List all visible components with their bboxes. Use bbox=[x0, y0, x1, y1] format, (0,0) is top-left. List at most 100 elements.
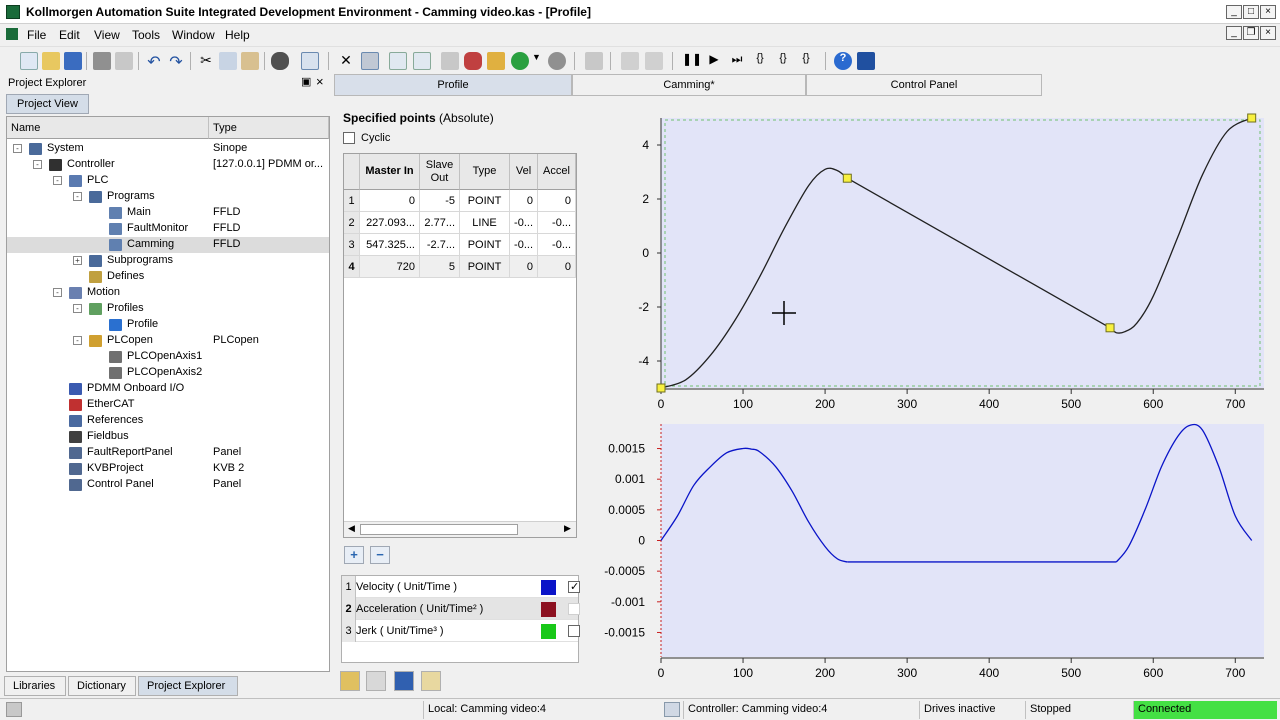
dock-icon[interactable]: ▣ bbox=[301, 75, 311, 88]
horizontal-scrollbar[interactable]: ◀ ▶ bbox=[344, 521, 576, 537]
control-point[interactable] bbox=[1105, 323, 1115, 333]
step-into-icon[interactable]: {} bbox=[751, 52, 769, 70]
scroll-thumb[interactable] bbox=[360, 524, 518, 535]
tree-item[interactable]: - Motion bbox=[7, 285, 329, 301]
master-in-cell[interactable]: 227.093... bbox=[360, 212, 420, 234]
open-profile-icon[interactable] bbox=[340, 671, 360, 691]
slave-out-cell[interactable]: -2.7... bbox=[420, 234, 460, 256]
help-icon[interactable]: ? bbox=[834, 52, 852, 70]
collapse-icon[interactable]: - bbox=[13, 144, 22, 153]
new-icon[interactable] bbox=[20, 52, 38, 70]
tree-item[interactable]: - Profiles bbox=[7, 301, 329, 317]
tree-item[interactable]: - System Sinope bbox=[7, 141, 329, 157]
tree-item[interactable]: FaultReportPanel Panel bbox=[7, 445, 329, 461]
print-preview-icon[interactable] bbox=[115, 52, 133, 70]
legend-color-swatch[interactable] bbox=[541, 624, 556, 639]
master-in-cell[interactable]: 547.325... bbox=[360, 234, 420, 256]
column-name[interactable]: Name bbox=[7, 117, 209, 139]
vel-cell[interactable]: -0... bbox=[510, 234, 538, 256]
menu-window[interactable]: Window bbox=[172, 28, 215, 42]
type-cell[interactable]: POINT bbox=[460, 234, 510, 256]
tree-item[interactable]: - Programs bbox=[7, 189, 329, 205]
vel-cell[interactable]: 0 bbox=[510, 256, 538, 278]
tree-item[interactable]: Main FFLD bbox=[7, 205, 329, 221]
scroll-right-icon[interactable]: ▶ bbox=[564, 523, 571, 534]
connect-icon[interactable] bbox=[441, 52, 459, 70]
disconnect-icon[interactable] bbox=[464, 52, 482, 70]
vel-cell[interactable]: -0... bbox=[510, 212, 538, 234]
legend-row[interactable]: 2 Acceleration ( Unit/Time² ) bbox=[342, 598, 580, 620]
step-out-icon[interactable]: {} bbox=[797, 52, 815, 70]
copy-icon[interactable] bbox=[219, 52, 237, 70]
legend-color-swatch[interactable] bbox=[541, 602, 556, 617]
tab-project-explorer[interactable]: Project Explorer bbox=[138, 676, 238, 696]
tree-item[interactable]: Fieldbus bbox=[7, 429, 329, 445]
paste-icon[interactable] bbox=[241, 52, 259, 70]
cyclic-checkbox[interactable] bbox=[343, 132, 355, 145]
legend-row[interactable]: 3 Jerk ( Unit/Time³ ) bbox=[342, 620, 580, 642]
type-cell[interactable]: POINT bbox=[460, 190, 510, 212]
tab-libraries[interactable]: Libraries bbox=[4, 676, 66, 696]
cyclic-option[interactable]: Cyclic bbox=[343, 132, 390, 145]
accel-cell[interactable]: 0 bbox=[538, 256, 576, 278]
scroll-left-icon[interactable]: ◀ bbox=[348, 523, 355, 534]
tab-dictionary[interactable]: Dictionary bbox=[68, 676, 136, 696]
header-vel[interactable]: Vel bbox=[510, 154, 538, 190]
header-type[interactable]: Type bbox=[460, 154, 510, 190]
fast-forward-icon[interactable]: ⏭ bbox=[728, 52, 746, 70]
status-tool-icon[interactable] bbox=[6, 702, 22, 717]
collapse-icon[interactable]: - bbox=[33, 160, 42, 169]
accel-cell[interactable]: -0... bbox=[538, 234, 576, 256]
find-icon[interactable] bbox=[271, 52, 289, 70]
save-icon[interactable] bbox=[64, 52, 82, 70]
type-cell[interactable]: POINT bbox=[460, 256, 510, 278]
close-button[interactable]: × bbox=[1260, 5, 1276, 19]
debug-icon[interactable] bbox=[585, 52, 603, 70]
run-dropdown-icon[interactable]: ▼ bbox=[532, 52, 542, 70]
plot-area[interactable] bbox=[661, 424, 1264, 657]
doc-close-button[interactable]: × bbox=[1260, 26, 1276, 40]
type-cell[interactable]: LINE bbox=[460, 212, 510, 234]
menu-help[interactable]: Help bbox=[225, 28, 250, 42]
play-icon[interactable]: ▶ bbox=[705, 52, 723, 70]
header-slave-out[interactable]: Slave Out bbox=[420, 154, 460, 190]
add-point-button[interactable]: + bbox=[344, 546, 364, 564]
control-point[interactable] bbox=[656, 383, 666, 393]
pause-icon[interactable]: ❚❚ bbox=[682, 52, 702, 70]
validate-icon[interactable] bbox=[413, 52, 431, 70]
doc-minimize-button[interactable]: _ bbox=[1226, 26, 1242, 40]
menu-view[interactable]: View bbox=[94, 28, 120, 42]
master-in-cell[interactable]: 0 bbox=[360, 190, 420, 212]
run-icon[interactable] bbox=[511, 52, 529, 70]
legend-visible-checkbox[interactable] bbox=[568, 603, 580, 615]
accel-cell[interactable]: -0... bbox=[538, 212, 576, 234]
tree-item[interactable]: - PLC bbox=[7, 173, 329, 189]
tree-item[interactable]: + Subprograms bbox=[7, 253, 329, 269]
properties-icon[interactable] bbox=[421, 671, 441, 691]
print-icon[interactable] bbox=[93, 52, 111, 70]
tab-project-view[interactable]: Project View bbox=[6, 94, 89, 114]
minimize-button[interactable]: _ bbox=[1226, 5, 1242, 19]
legend-color-swatch[interactable] bbox=[541, 580, 556, 595]
step-back-icon[interactable] bbox=[645, 52, 663, 70]
column-type[interactable]: Type bbox=[209, 117, 329, 139]
accel-cell[interactable]: 0 bbox=[538, 190, 576, 212]
tree-item[interactable]: PLCOpenAxis1 bbox=[7, 349, 329, 365]
header-accel[interactable]: Accel bbox=[538, 154, 576, 190]
tree-item[interactable]: PLCOpenAxis2 bbox=[7, 365, 329, 381]
control-point[interactable] bbox=[842, 173, 852, 183]
position-chart[interactable]: 4 2 0 -2 -4 0 100 200 300 400 500 600 700 bbox=[595, 110, 1275, 420]
doc-restore-button[interactable]: ❐ bbox=[1243, 26, 1259, 40]
stop-icon[interactable] bbox=[548, 52, 566, 70]
tree-item[interactable]: Defines bbox=[7, 269, 329, 285]
fit-view-icon[interactable] bbox=[394, 671, 414, 691]
save-profile-icon[interactable] bbox=[366, 671, 386, 691]
step-icon[interactable] bbox=[621, 52, 639, 70]
legend-row[interactable]: 1 Velocity ( Unit/Time ) bbox=[342, 576, 580, 598]
menu-tools[interactable]: Tools bbox=[132, 28, 160, 42]
master-in-cell[interactable]: 720 bbox=[360, 256, 420, 278]
maximize-button[interactable]: □ bbox=[1243, 5, 1259, 19]
velocity-chart[interactable]: 0.0015 0.001 0.0005 0 -0.0005 -0.001 -0.0015 0 1… bbox=[595, 420, 1275, 692]
tree-item[interactable]: EtherCAT bbox=[7, 397, 329, 413]
open-icon[interactable] bbox=[42, 52, 60, 70]
